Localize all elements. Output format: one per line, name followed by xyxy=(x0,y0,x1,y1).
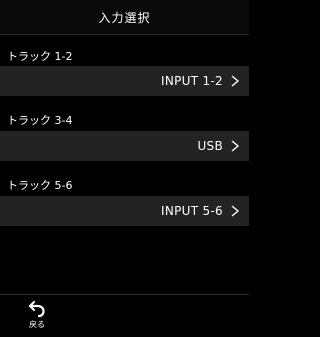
footer-divider xyxy=(0,294,249,295)
track-1-2-label: トラック 1-2 xyxy=(7,50,73,63)
track-3-4-input-row[interactable]: USB xyxy=(0,131,249,161)
track-5-6-input-row[interactable]: INPUT 5-6 xyxy=(0,196,249,226)
chevron-right-icon xyxy=(231,205,240,217)
track-3-4-label: トラック 3-4 xyxy=(7,114,73,127)
back-arrow-icon xyxy=(28,301,45,318)
screen-header: 入力選択 xyxy=(0,0,249,35)
chevron-right-icon xyxy=(231,140,240,152)
chevron-right-icon xyxy=(231,75,240,87)
screen-title: 入力選択 xyxy=(98,10,151,25)
track-3-4-input-value: USB xyxy=(197,139,223,153)
track-1-2-input-row[interactable]: INPUT 1-2 xyxy=(0,66,249,96)
back-label: 戻る xyxy=(29,320,45,329)
track-5-6-input-value: INPUT 5-6 xyxy=(161,204,223,218)
back-button[interactable]: 戻る xyxy=(20,300,54,334)
track-5-6-label: トラック 5-6 xyxy=(7,179,73,192)
track-1-2-input-value: INPUT 1-2 xyxy=(161,74,223,88)
